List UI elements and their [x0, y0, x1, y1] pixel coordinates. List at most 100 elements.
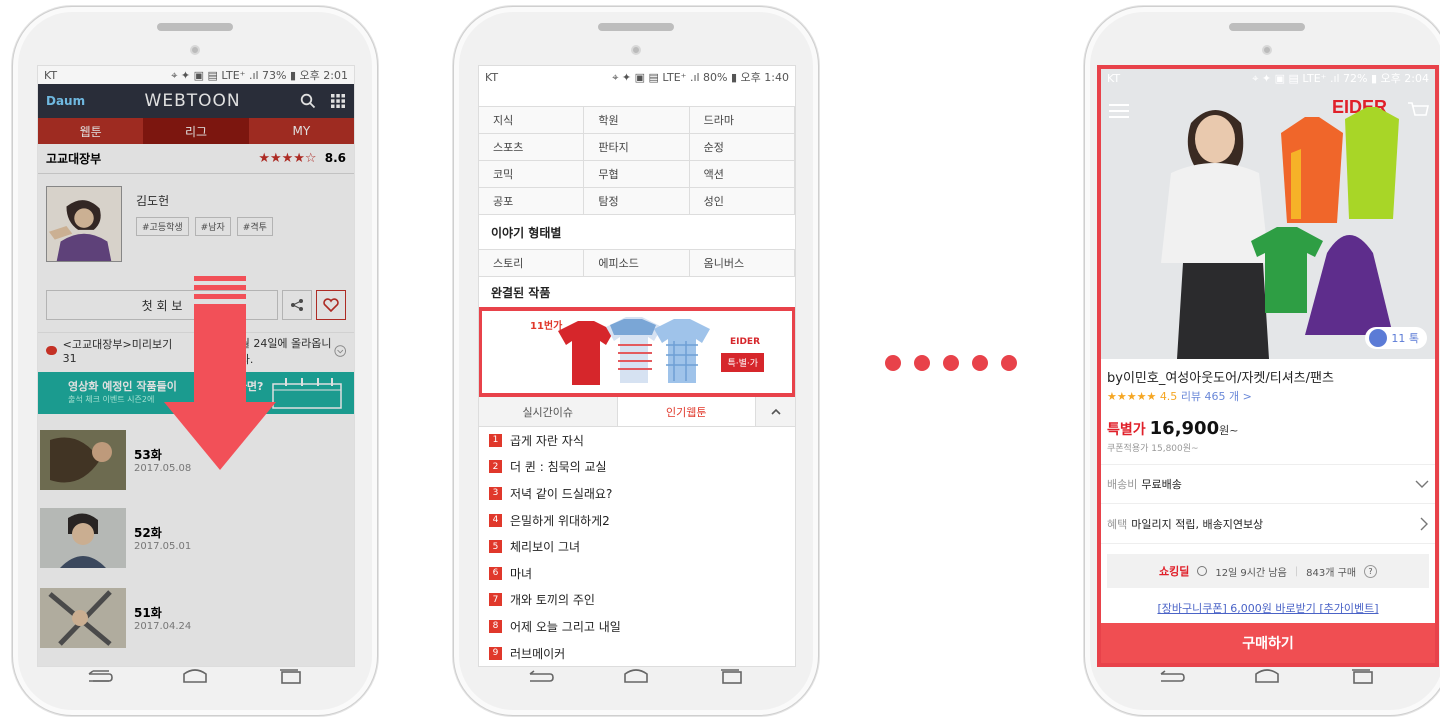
genre-item[interactable]: 성인 [689, 188, 795, 215]
ranking-item[interactable]: 8 어제 오늘 그리고 내일 [479, 613, 795, 640]
shipping-row[interactable]: 배송비 무료배송 [1101, 464, 1435, 504]
genre-item[interactable]: 액션 [689, 161, 795, 188]
tab-popular[interactable]: 인기웹툰 [618, 397, 756, 426]
popular-ranking-list: 1 곱게 자란 자식 2 더 퀸 : 침묵의 교실 3 저녁 같이 드실래요? 4 은밀… [479, 427, 795, 666]
grid-menu-icon[interactable] [330, 93, 346, 109]
ranking-title: 개와 토끼의 주인 [510, 593, 595, 608]
rank-number: 4 [489, 513, 502, 527]
phone-speaker [157, 23, 233, 31]
recent-apps-icon[interactable] [1347, 666, 1377, 686]
price-unit: 원~ [1219, 424, 1239, 437]
genre-item[interactable]: 판타지 [584, 134, 690, 161]
shocking-deal-bar: 쇼킹딜 12일 9시간 남음 | 843개 구매 ? [1107, 554, 1429, 588]
tag-chip[interactable]: #고등학생 [136, 217, 189, 236]
product-title: by이민호_여성아웃도어/자켓/티셔츠/팬츠 [1107, 371, 1334, 386]
episode-row[interactable]: 52화 2017.05.01 [38, 492, 354, 572]
calendar-icon [272, 378, 342, 409]
android-nav-bar [13, 659, 377, 693]
genre-item[interactable]: 스포츠 [479, 134, 585, 161]
recent-apps-icon[interactable] [275, 666, 305, 686]
genre-item[interactable]: 지식 [479, 107, 585, 134]
rank-number: 7 [489, 593, 502, 607]
shocking-deal-logo: 쇼킹딜 [1158, 565, 1190, 578]
phone-camera [631, 45, 641, 55]
story-type-item[interactable]: 스토리 [479, 250, 585, 277]
chat-icon [1369, 329, 1388, 347]
ranking-item[interactable]: 6 마녀 [479, 560, 795, 587]
ranking-item[interactable]: 1 곱게 자란 자식 [479, 427, 795, 454]
ranking-item[interactable]: 7 개와 토끼의 주인 [479, 587, 795, 614]
rank-number: 5 [489, 540, 502, 554]
completed-title: 완결된 작품 [479, 277, 795, 307]
chat-count: 11 톡 [1391, 332, 1419, 345]
product-hero: KT ⌖ ✦ ▣ ▤ LTE⁺ .ıl 72% ▮ 오후 2:04 EIDER [1101, 69, 1435, 359]
banner-main-text: 영상화 예정인 작품들이 [68, 380, 177, 393]
story-type-title: 이야기 형태별 [479, 215, 795, 249]
chat-count-pill[interactable]: 11 톡 [1365, 327, 1427, 349]
back-icon[interactable] [85, 666, 115, 686]
episode-row[interactable]: 51화 2017.04.24 [38, 572, 354, 652]
episode-date: 2017.05.01 [134, 541, 192, 552]
episode-thumbnail [40, 508, 126, 568]
genre-item[interactable]: 탐정 [584, 188, 690, 215]
tag-chip[interactable]: #남자 [194, 217, 231, 236]
genre-item[interactable]: 순정 [689, 134, 795, 161]
coupon-link[interactable]: [장바구니쿠폰] 6,000원 바로받기 [추가이벤트] [1101, 600, 1435, 616]
tab-webtoon[interactable]: 웹툰 [38, 118, 144, 144]
collapse-button[interactable] [755, 397, 795, 426]
share-button[interactable] [282, 290, 312, 320]
product-info: by이민호_여성아웃도어/자켓/티셔츠/팬츠 ★★★★★ 4.5 리뷰 465 … [1101, 359, 1435, 454]
genre-item[interactable]: 공포 [479, 188, 585, 215]
home-icon[interactable] [1252, 666, 1282, 686]
genre-item[interactable]: 무협 [584, 161, 690, 188]
buy-button[interactable]: 구매하기 [1101, 623, 1435, 663]
benefit-row[interactable]: 혜택 마일리지 적립, 배송지연보상 [1101, 504, 1435, 544]
home-icon[interactable] [180, 666, 210, 686]
android-nav-bar [1085, 659, 1440, 693]
chevron-up-icon [770, 408, 781, 415]
ranking-title: 더 퀸 : 침묵의 교실 [510, 460, 607, 475]
chevron-down-icon[interactable] [333, 344, 346, 358]
tab-league[interactable]: 리그 [143, 118, 249, 144]
ranking-item[interactable]: 5 체리보이 그녀 [479, 533, 795, 560]
rating-stars: ★★★★☆ [258, 151, 317, 166]
genre-item[interactable]: 학원 [584, 107, 690, 134]
ranking-title: 저녁 같이 드실래요? [510, 486, 613, 501]
help-icon[interactable]: ? [1364, 564, 1378, 578]
time-left: 12일 9시간 남음 [1215, 567, 1287, 579]
tab-my[interactable]: MY [248, 118, 354, 144]
genre-grid: 지식 학원 드라마 스포츠 판타지 순정 코믹 무협 액션 공포 탐정 성인 [479, 106, 795, 215]
carrier-label: KT [485, 70, 499, 84]
favorite-button[interactable] [316, 290, 346, 320]
tag-chip[interactable]: #격투 [236, 217, 273, 236]
ad-special-badge: 특·별·가 [721, 353, 764, 372]
ad-banner[interactable]: 11번가 EIDER 특·별·가 [479, 307, 795, 397]
hamburger-menu-icon[interactable] [1109, 103, 1129, 119]
genre-item[interactable]: 코믹 [479, 161, 585, 188]
status-bar: KT ⌖ ✦ ▣ ▤ LTE⁺ .ıl 80% ▮ 오후 1:40 [479, 66, 795, 88]
ranking-title: 마녀 [510, 566, 533, 581]
rating-value: 8.6 [324, 151, 346, 165]
story-type-item[interactable]: 에피소드 [584, 250, 690, 277]
rank-number: 1 [489, 433, 502, 447]
home-icon[interactable] [621, 666, 651, 686]
rank-number: 2 [489, 460, 502, 474]
tab-realtime[interactable]: 실시간이슈 [479, 397, 618, 426]
review-link[interactable]: 리뷰 465 개 > [1181, 390, 1252, 403]
ranking-item[interactable]: 2 더 퀸 : 침묵의 교실 [479, 454, 795, 481]
author-name: 김도헌 [136, 194, 170, 208]
genre-item[interactable]: 드라마 [689, 107, 795, 134]
recent-apps-icon[interactable] [716, 666, 746, 686]
ranking-title: 체리보이 그녀 [510, 540, 581, 555]
ranking-item[interactable]: 4 은밀하게 위대하게2 [479, 507, 795, 534]
ranking-item[interactable]: 3 저녁 같이 드실래요? [479, 480, 795, 507]
android-nav-bar [454, 659, 818, 693]
back-icon[interactable] [526, 666, 556, 686]
story-type-item[interactable]: 옴니버스 [689, 250, 795, 277]
ranking-title: 곱게 자란 자식 [510, 433, 584, 448]
author-thumbnail[interactable] [46, 186, 122, 262]
daum-logo[interactable]: Daum [46, 94, 85, 108]
back-icon[interactable] [1157, 666, 1187, 686]
search-icon[interactable] [300, 93, 316, 109]
phone-speaker [598, 23, 674, 31]
